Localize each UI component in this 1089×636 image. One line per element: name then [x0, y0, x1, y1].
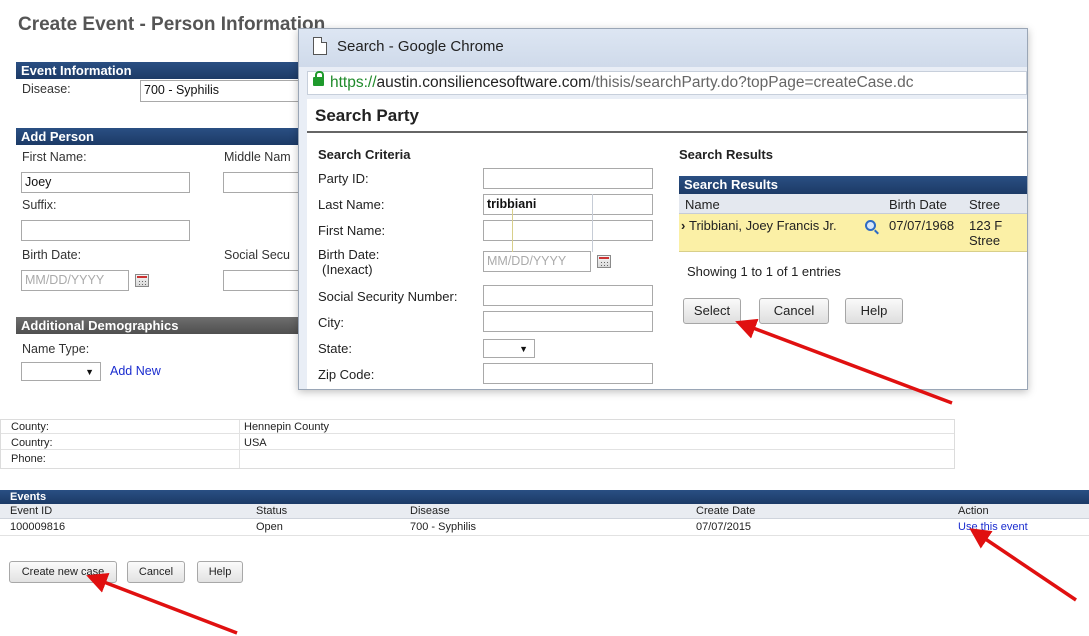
use-this-event-link[interactable]: Use this event: [958, 520, 1028, 534]
event-id-cell: 100009816: [10, 521, 66, 533]
result-street-line2: Stree: [969, 233, 1001, 248]
table-row: Country: USA: [1, 436, 954, 450]
phone-label: Phone:: [11, 453, 46, 465]
address-bar[interactable]: https://austin.consiliencesoftware.com/t…: [307, 71, 1027, 95]
column-disease[interactable]: Disease: [410, 504, 450, 518]
first-name-input[interactable]: [483, 220, 653, 241]
help-button[interactable]: Help: [845, 298, 903, 324]
cancel-button[interactable]: Cancel: [759, 298, 829, 324]
result-row[interactable]: › Tribbiani, Joey Francis Jr. 07/07/1968…: [679, 214, 1027, 252]
birth-date-label: Birth Date:: [318, 247, 380, 262]
popup-content: Search Party Search Criteria Party ID: L…: [307, 99, 1027, 389]
middle-name-input[interactable]: [223, 172, 301, 193]
disease-label: Disease:: [22, 82, 71, 96]
ssn-input[interactable]: [223, 270, 301, 291]
birth-date-input[interactable]: MM/DD/YYYY: [483, 251, 591, 272]
state-select[interactable]: ▼: [483, 339, 535, 358]
inexact-link[interactable]: (Inexact): [322, 262, 373, 277]
result-birth-date: 07/07/1968: [889, 218, 955, 233]
table-row: 100009816 Open 700 - Syphilis 07/07/2015…: [0, 520, 1089, 536]
search-icon[interactable]: [865, 220, 876, 231]
name-type-select[interactable]: ▼: [21, 362, 101, 381]
row-selected-marker-icon: ›: [681, 218, 686, 233]
column-divider: [592, 194, 593, 252]
city-input[interactable]: [483, 311, 653, 332]
first-name-label: First Name:: [318, 223, 386, 238]
select-button[interactable]: Select: [683, 298, 741, 324]
add-new-link[interactable]: Add New: [110, 364, 161, 378]
column-divider: [512, 209, 513, 252]
search-results-title: Search Results: [679, 147, 773, 162]
create-date-cell: 07/07/2015: [696, 521, 752, 533]
additional-demographics-header: Additional Demographics: [16, 317, 301, 334]
last-name-input[interactable]: tribbiani: [483, 194, 653, 215]
search-popup-window: Search - Google Chrome https://austin.co…: [298, 28, 1028, 390]
column-birth-date[interactable]: Birth Date: [889, 197, 947, 212]
results-column-headers: Name Birth Date Stree: [679, 194, 1027, 214]
window-titlebar[interactable]: Search - Google Chrome: [299, 29, 1027, 67]
page-icon: [313, 37, 327, 55]
county-value: Hennepin County: [244, 421, 330, 433]
party-id-label: Party ID:: [318, 171, 369, 186]
middle-name-label: Middle Nam: [224, 150, 291, 164]
person-details-table: County: Hennepin County Country: USA Pho…: [0, 419, 955, 469]
name-type-label: Name Type:: [22, 342, 90, 356]
column-event-id[interactable]: Event ID: [10, 504, 52, 518]
disease-select[interactable]: 700 - Syphilis: [140, 80, 300, 102]
city-label: City:: [318, 315, 344, 330]
search-results-table-header: Search Results: [679, 176, 1027, 194]
showing-entries-text: Showing 1 to 1 of 1 entries: [687, 264, 841, 279]
birth-date-label: Birth Date:: [22, 248, 82, 262]
url-text: https://austin.consiliencesoftware.com/t…: [330, 74, 914, 91]
add-person-header: Add Person: [16, 128, 301, 145]
county-label: County:: [11, 421, 49, 433]
first-name-label: First Name:: [22, 150, 87, 164]
country-label: Country:: [11, 437, 53, 449]
chevron-down-icon: ▼: [85, 367, 94, 377]
lock-icon: [313, 71, 324, 86]
disease-cell: 700 - Syphilis: [410, 521, 477, 533]
table-row: County: Hennepin County: [1, 420, 954, 434]
page-title: Create Event - Person Information: [18, 14, 326, 35]
divider: [307, 131, 1027, 133]
column-divider: [239, 420, 240, 468]
ssn-input[interactable]: [483, 285, 653, 306]
arrow-to-create-new-case: [86, 572, 238, 635]
calendar-icon[interactable]: [597, 255, 611, 268]
party-id-input[interactable]: [483, 168, 653, 189]
create-new-case-button[interactable]: Create new case: [9, 561, 117, 583]
zip-code-label: Zip Code:: [318, 367, 375, 382]
column-status[interactable]: Status: [256, 504, 287, 518]
window-title: Search - Google Chrome: [337, 38, 504, 55]
ssn-label: Social Secu: [224, 248, 291, 262]
column-name[interactable]: Name: [685, 197, 720, 212]
column-street[interactable]: Stree: [969, 197, 1000, 212]
country-value: USA: [244, 437, 267, 449]
result-name[interactable]: Tribbiani, Joey Francis Jr.: [689, 218, 837, 233]
column-create-date[interactable]: Create Date: [696, 504, 755, 518]
state-label: State:: [318, 341, 352, 356]
search-party-heading: Search Party: [315, 106, 419, 125]
status-cell: Open: [256, 521, 283, 533]
suffix-label: Suffix:: [22, 198, 57, 212]
calendar-icon[interactable]: [135, 274, 149, 287]
ssn-label: Social Security Number:: [318, 289, 458, 304]
suffix-input[interactable]: [21, 220, 190, 241]
help-button[interactable]: Help: [197, 561, 243, 583]
cancel-button[interactable]: Cancel: [127, 561, 185, 583]
search-criteria-header: Search Criteria: [318, 147, 411, 162]
event-information-header: Event Information: [16, 62, 301, 79]
column-action[interactable]: Action: [958, 504, 989, 518]
chevron-down-icon: ▼: [519, 344, 528, 354]
zip-code-input[interactable]: [483, 363, 653, 384]
events-header: Events: [0, 490, 1089, 504]
arrow-to-use-this-event: [969, 528, 1077, 602]
table-row: Phone:: [1, 452, 954, 466]
first-name-input[interactable]: Joey: [21, 172, 190, 193]
result-street-line1: 123 F: [969, 218, 1003, 233]
birth-date-input[interactable]: MM/DD/YYYY: [21, 270, 129, 291]
last-name-label: Last Name:: [318, 197, 385, 212]
events-column-headers: Event ID Status Disease Create Date Acti…: [0, 504, 1089, 519]
